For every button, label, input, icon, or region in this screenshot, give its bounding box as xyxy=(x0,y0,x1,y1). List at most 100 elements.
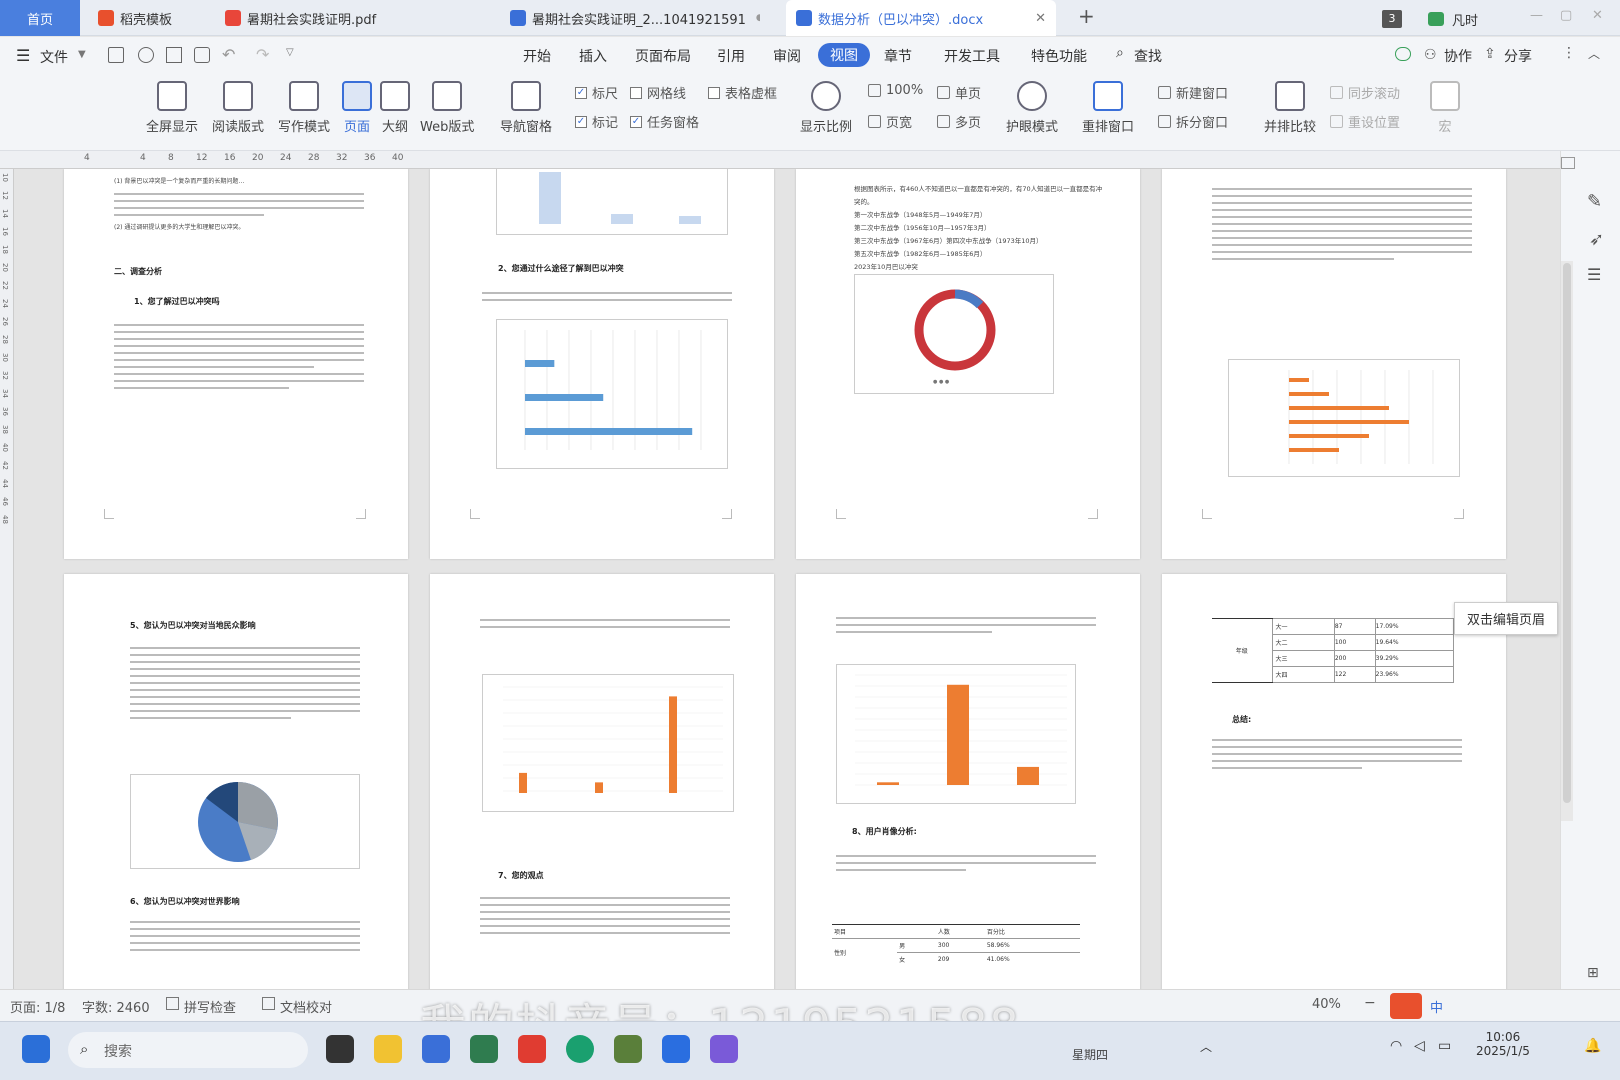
menu-search[interactable]: 查找 xyxy=(1134,46,1162,66)
zoom-button[interactable]: 显示比例 xyxy=(800,81,852,135)
edit-header-tooltip[interactable]: 双击编辑页眉 xyxy=(1454,602,1559,635)
markup-checkbox[interactable]: ✓ 标记 xyxy=(575,112,618,131)
proofread-button[interactable]: 文档校对 xyxy=(280,997,332,1016)
save-icon[interactable] xyxy=(108,47,124,63)
notification-icon[interactable]: 🔔 xyxy=(1584,1038,1601,1054)
share-icon[interactable]: ⇪ xyxy=(1484,46,1496,62)
share-button[interactable]: 分享 xyxy=(1504,46,1532,66)
macro-button[interactable]: 宏 xyxy=(1430,81,1460,135)
chevron-up-icon[interactable]: ︿ xyxy=(1200,1038,1212,1055)
sync-scroll-button[interactable]: 同步滚动 xyxy=(1330,83,1400,102)
new-window-button[interactable]: 新建窗口 xyxy=(1158,83,1228,102)
nav-pane-button[interactable]: 导航窗格 xyxy=(500,81,552,135)
clock[interactable]: 10:06 2025/1/5 xyxy=(1476,1030,1530,1058)
reset-position-button[interactable]: 重设位置 xyxy=(1330,112,1400,131)
word-count[interactable]: 字数: 2460 xyxy=(82,997,150,1016)
menu-view[interactable]: 视图 xyxy=(818,43,870,67)
menu-chapter[interactable]: 章节 xyxy=(884,46,912,66)
page-width-button[interactable]: 页宽 xyxy=(868,112,912,131)
web-layout-button[interactable]: Web版式 xyxy=(420,81,474,135)
eye-protect-button[interactable]: 护眼模式 xyxy=(1006,81,1058,135)
hamburger-icon[interactable]: ☰ xyxy=(16,46,30,65)
close-window-icon[interactable]: ✕ xyxy=(1592,8,1603,23)
page-view-button[interactable]: 页面 xyxy=(342,81,372,135)
page-indicator[interactable]: 页面: 1/8 xyxy=(10,997,65,1016)
page-2[interactable]: 2、您通过什么途径了解到巴以冲突 xyxy=(430,169,774,559)
file-explorer-icon[interactable] xyxy=(374,1035,402,1063)
page-8[interactable]: 年级 大一 87 17.09% 大二 100 19.64% 大三 200 39.29% 大四… xyxy=(1162,574,1506,989)
minecraft-icon[interactable] xyxy=(614,1035,642,1063)
multi-page-button[interactable]: 多页 xyxy=(937,112,981,131)
window-count-badge[interactable]: 3 xyxy=(1382,10,1402,28)
tab-pdf[interactable]: 暑期社会实践证明.pdf xyxy=(215,0,470,36)
page-6[interactable]: 7、您的观点 xyxy=(430,574,774,989)
print-icon[interactable] xyxy=(166,47,182,63)
minimize-icon[interactable]: — xyxy=(1530,8,1543,23)
user-avatar-icon[interactable] xyxy=(1428,12,1444,26)
horizontal-ruler[interactable]: 4 4 8 12 16 20 24 28 32 36 40 xyxy=(0,151,1560,169)
undo-icon[interactable]: ↶ xyxy=(222,45,235,64)
collab-icon[interactable]: ⚇ xyxy=(1424,47,1437,63)
page-1[interactable]: (1) 背景巴以冲突是一个复杂而严重的长期问题… (2) 通过调研提认更多的大学… xyxy=(64,169,408,559)
settings-sliders-icon[interactable]: ☰ xyxy=(1587,265,1601,284)
wps-icon[interactable] xyxy=(662,1035,690,1063)
menu-reference[interactable]: 引用 xyxy=(717,46,745,66)
tab-daoke[interactable]: 稻壳模板 xyxy=(88,0,203,36)
search-icon[interactable]: ⌕ xyxy=(1116,45,1124,61)
more-icon[interactable]: ⋮ xyxy=(1562,45,1576,61)
tab-doc-2[interactable]: 暑期社会实践证明_2...1041921591 ● xyxy=(500,0,760,36)
page-3[interactable]: 根据图表所示，有460人不知道巴以一直都是有冲突的，有70人知道巴以一直都是有冲… xyxy=(796,169,1140,559)
taskbar-search[interactable]: ⌕ 搜索 xyxy=(68,1032,308,1068)
single-page-button[interactable]: 单页 xyxy=(937,83,981,102)
tab-home[interactable]: 首页 xyxy=(0,0,80,36)
compare-button[interactable]: 并排比较 xyxy=(1264,81,1316,135)
cloud-sync-icon[interactable] xyxy=(1395,47,1411,61)
menu-special[interactable]: 特色功能 xyxy=(1031,46,1087,66)
page-4[interactable] xyxy=(1162,169,1506,559)
maximize-icon[interactable]: ▢ xyxy=(1560,8,1572,23)
rearrange-button[interactable]: 重排窗口 xyxy=(1082,81,1134,135)
close-tab-icon[interactable]: ✕ xyxy=(1035,11,1046,26)
battery-icon[interactable]: ▭ xyxy=(1438,1038,1451,1054)
zoom-out-icon[interactable]: − xyxy=(1364,995,1376,1011)
pointer-icon[interactable]: ➶ xyxy=(1589,229,1604,250)
huawei-icon[interactable] xyxy=(518,1035,546,1063)
fullscreen-button[interactable]: 全屏显示 xyxy=(146,81,198,135)
ime-chinese-icon[interactable]: 中 xyxy=(1430,997,1443,1016)
file-menu[interactable]: 文件 xyxy=(40,47,68,67)
volume-icon[interactable]: ◁ xyxy=(1414,1038,1425,1054)
wifi-icon[interactable]: ◠ xyxy=(1390,1038,1402,1054)
writing-mode-button[interactable]: 写作模式 xyxy=(278,81,330,135)
gridline-checkbox[interactable]: 网格线 xyxy=(630,83,686,102)
tab-active-doc[interactable]: 数据分析（巴以冲突）.docx ✕ xyxy=(786,0,1056,36)
user-name[interactable]: 凡时 xyxy=(1452,10,1478,29)
app-icon[interactable] xyxy=(710,1035,738,1063)
chevron-down-icon[interactable]: ▼ xyxy=(78,49,86,60)
app-icon[interactable] xyxy=(422,1035,450,1063)
menu-layout[interactable]: 页面布局 xyxy=(635,46,691,66)
page-7[interactable]: 8、用户肖像分析: 项目 人数 百分比 性别 男 300 58.96% 女 209 41.06… xyxy=(796,574,1140,989)
edge-icon[interactable] xyxy=(566,1035,594,1063)
ime-logo-icon[interactable] xyxy=(1390,993,1422,1019)
ruler-toggle-icon[interactable] xyxy=(1561,157,1575,169)
menu-review[interactable]: 审阅 xyxy=(773,46,801,66)
zoom-level[interactable]: 40% xyxy=(1312,997,1341,1012)
export-icon[interactable] xyxy=(138,47,154,63)
vertical-ruler[interactable]: 10 12 14 16 18 20 22 24 26 28 30 32 34 36 38 40 42 44 46 48 xyxy=(0,169,14,989)
document-area[interactable]: (1) 背景巴以冲突是一个复杂而严重的长期问题… (2) 通过调研提认更多的大学… xyxy=(14,169,1560,989)
table-gridline-checkbox[interactable]: 表格虚框 xyxy=(708,83,777,102)
vertical-scrollbar[interactable] xyxy=(1561,261,1573,821)
edit-icon[interactable]: ✎ xyxy=(1587,191,1602,212)
collapse-ribbon-icon[interactable]: ︿ xyxy=(1588,45,1600,62)
grid-icon[interactable]: ⊞ xyxy=(1587,965,1599,981)
customize-icon[interactable]: ▽ xyxy=(286,47,294,58)
outline-button[interactable]: 大纲 xyxy=(380,81,410,135)
zoom-100-button[interactable]: 100% xyxy=(868,83,923,98)
menu-dev-tools[interactable]: 开发工具 xyxy=(944,46,1000,66)
ruler-checkbox[interactable]: ✓ 标尺 xyxy=(575,83,618,102)
reading-mode-button[interactable]: 阅读版式 xyxy=(212,81,264,135)
new-tab-button[interactable]: + xyxy=(1078,4,1095,28)
redo-icon[interactable]: ↷ xyxy=(256,45,269,64)
store-icon[interactable] xyxy=(470,1035,498,1063)
menu-start[interactable]: 开始 xyxy=(523,46,551,66)
